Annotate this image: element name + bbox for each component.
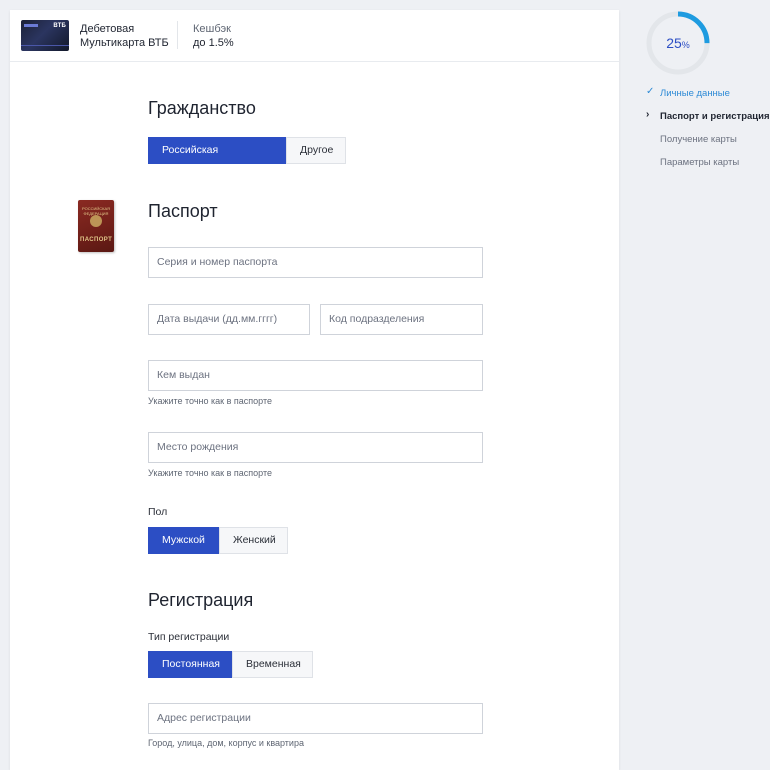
citizenship-option-russia[interactable]: Российская федерация [148, 137, 286, 181]
passport-title: Паспорт [148, 201, 218, 221]
registration-title: Регистрация [148, 590, 254, 610]
gender-option-male[interactable]: Мужской [148, 527, 219, 554]
card-product-name: Дебетовая Мультикарта ВТБ [80, 23, 169, 49]
registration-option-temporary[interactable]: Временная [232, 651, 313, 678]
birthplace-input[interactable]: Место рождения [148, 432, 483, 463]
division-code-input[interactable]: Код подразделения [320, 304, 483, 335]
citizenship-selector: Российская федерация Другое [148, 137, 346, 181]
registration-type-label: Тип регистрации [148, 631, 230, 643]
progress-value: 25% [666, 35, 690, 51]
step-personal-data[interactable]: Личные данные [660, 88, 730, 99]
citizenship-title: Гражданство [148, 98, 256, 118]
step-card-parameters[interactable]: Параметры карты [660, 157, 739, 168]
registration-option-permanent[interactable]: Постоянная [148, 651, 232, 678]
coat-of-arms-icon [90, 215, 102, 227]
registration-address-hint: Город, улица, дом, корпус и квартира [148, 738, 304, 748]
issued-by-hint: Укажите точно как в паспорте [148, 396, 272, 406]
step-card-delivery[interactable]: Получение карты [660, 134, 737, 145]
gender-label: Пол [148, 506, 168, 518]
issue-date-input[interactable]: Дата выдачи (дд.мм.гггг) [148, 304, 310, 335]
header-divider [177, 21, 178, 49]
check-icon: ✓ [646, 86, 655, 97]
passport-series-number-input[interactable]: Серия и номер паспорта [148, 247, 483, 278]
passport-icon: РОССИЙСКАЯ ФЕДЕРАЦИЯ ПАСПОРТ [78, 200, 114, 252]
card-image: ВТБ [21, 20, 69, 51]
chevron-right-icon: › [646, 109, 650, 120]
cashback-info: Кешбэк до 1.5% [193, 23, 234, 49]
birthplace-hint: Укажите точно как в паспорте [148, 468, 272, 478]
issued-by-input[interactable]: Кем выдан [148, 360, 483, 391]
citizenship-option-other[interactable]: Другое [286, 137, 346, 164]
registration-address-input[interactable]: Адрес регистрации [148, 703, 483, 734]
form-card: ВТБ Дебетовая Мультикарта ВТБ Кешбэк до … [10, 10, 619, 770]
vtb-logo: ВТБ [53, 23, 66, 29]
registration-type-selector: Постоянная Временная [148, 651, 313, 678]
step-passport-registration[interactable]: Паспорт и регистрация [660, 111, 770, 122]
card-header: ВТБ Дебетовая Мультикарта ВТБ Кешбэк до … [10, 10, 619, 62]
gender-option-female[interactable]: Женский [219, 527, 288, 554]
gender-selector: Мужской Женский [148, 527, 288, 554]
